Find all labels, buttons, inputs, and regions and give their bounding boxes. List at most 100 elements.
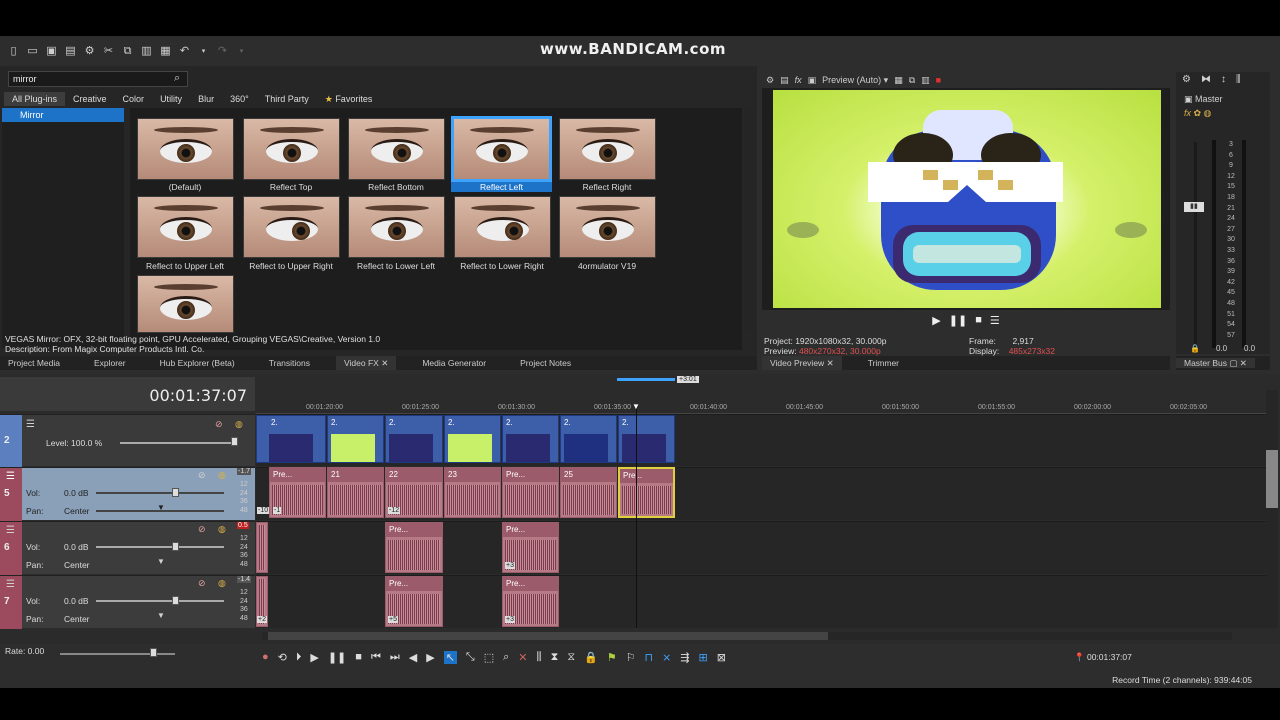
gear-icon[interactable]: ⚙: [766, 75, 774, 86]
menu-icon[interactable]: ☰: [990, 314, 1000, 327]
stop-icon[interactable]: ■: [975, 314, 982, 326]
open-folder-icon[interactable]: ▭: [25, 44, 40, 59]
level-slider-knob[interactable]: [231, 437, 238, 446]
pan-slider-knob[interactable]: ▼: [157, 503, 165, 512]
paste-icon[interactable]: ▥: [139, 44, 154, 59]
cut-icon[interactable]: ✂: [101, 44, 116, 59]
tab-media-generator[interactable]: Media Generator: [414, 356, 494, 370]
record-icon[interactable]: ■: [936, 75, 941, 85]
timeline-ruler[interactable]: 00:01:20:00 00:01:25:00 00:01:30:00 00:0…: [256, 400, 1266, 414]
audio-clip[interactable]: Pre...: [385, 522, 443, 573]
preset-thumb-extra[interactable]: [137, 275, 234, 333]
rate-slider-knob[interactable]: [150, 648, 157, 657]
video-track-header[interactable]: 2 ☰ Level: 100.0 % ⊘ ◍: [0, 414, 255, 467]
volume-slider[interactable]: [96, 546, 224, 548]
go-to-start-icon[interactable]: ⏮: [371, 651, 381, 664]
audio-clip[interactable]: 23: [444, 467, 501, 518]
copy-snapshot-icon[interactable]: ⧉: [909, 75, 915, 86]
trim-end-icon[interactable]: ⧖: [567, 651, 575, 664]
zoom-tool-icon[interactable]: ⌕: [503, 651, 509, 664]
close-icon[interactable]: ✕: [381, 358, 388, 368]
rate-slider[interactable]: [60, 653, 175, 655]
solo-icon[interactable]: ◍: [218, 524, 226, 535]
vertical-scroll-thumb[interactable]: [1266, 450, 1278, 508]
video-clip[interactable]: 2.: [256, 415, 326, 463]
level-slider[interactable]: [120, 442, 235, 444]
master-fx-icons[interactable]: fx ✿ ◍: [1184, 108, 1211, 119]
preset-thumb-reflect-top[interactable]: [243, 118, 340, 180]
save-icon[interactable]: ▣: [44, 44, 59, 59]
overlays-icon[interactable]: ▦: [894, 75, 903, 86]
track-menu-icon[interactable]: ☰: [6, 525, 15, 536]
snapping-icon[interactable]: ⊓: [645, 651, 654, 664]
preview-quality-select[interactable]: Preview (Auto) ▾: [822, 75, 888, 86]
gear-icon[interactable]: ⚙: [1182, 74, 1191, 85]
normal-edit-tool-icon[interactable]: ↖: [443, 650, 457, 664]
lock-envelopes-icon[interactable]: ⊞: [699, 651, 708, 664]
undo-icon[interactable]: ↶: [177, 44, 192, 59]
audio-track-header-7[interactable]: 7 ☰ Vol: 0.0 dB Pan: Center ▼ ⊘ ◍ -1.4: [0, 575, 255, 629]
solo-icon[interactable]: ◍: [218, 578, 226, 589]
tab-all-plugins[interactable]: All Plug-ins: [4, 92, 66, 106]
pause-icon[interactable]: ❚❚: [949, 314, 967, 327]
tab-project-media[interactable]: Project Media: [0, 356, 68, 370]
preset-thumb-reflect-right[interactable]: [559, 118, 656, 180]
mute-icon[interactable]: ⊘: [215, 419, 223, 430]
volume-slider-knob[interactable]: [172, 542, 179, 551]
audio-track-header-6[interactable]: 6 ☰ Vol: 0.0 dB Pan: Center ▼ ⊘ ◍ 0.5: [0, 521, 255, 575]
audio-clip[interactable]: 25: [560, 467, 617, 518]
preset-thumb-reflect-left[interactable]: [451, 116, 552, 182]
play-icon[interactable]: ▶: [310, 651, 318, 664]
close-icon[interactable]: ✕: [1240, 358, 1247, 368]
close-icon[interactable]: ✕: [827, 358, 834, 368]
tab-trimmer[interactable]: Trimmer: [860, 356, 907, 370]
mute-icon[interactable]: ⊘: [198, 470, 206, 481]
tab-third-party[interactable]: Third Party: [257, 92, 317, 106]
properties-icon[interactable]: ▤: [63, 44, 78, 59]
audio-clip[interactable]: [256, 522, 268, 573]
tab-favorites[interactable]: ★ Favorites: [317, 92, 381, 106]
new-file-icon[interactable]: ▯: [6, 44, 21, 59]
tab-blur[interactable]: Blur: [190, 92, 222, 106]
volume-slider[interactable]: [96, 492, 224, 494]
loop-icon[interactable]: ⟲: [278, 651, 287, 664]
dim-icon[interactable]: ↕: [1221, 74, 1226, 85]
auto-crossfade-icon[interactable]: ⨯: [662, 651, 671, 664]
tab-transitions[interactable]: Transitions: [261, 356, 318, 370]
previous-frame-icon[interactable]: ◀: [409, 651, 417, 664]
ignore-grouping-icon[interactable]: ⊠: [717, 651, 726, 664]
solo-icon[interactable]: ◍: [218, 470, 226, 481]
tab-color[interactable]: Color: [115, 92, 153, 106]
marker-icon[interactable]: ⚑: [607, 651, 617, 664]
preset-thumb-reflect-lower-left[interactable]: [348, 196, 445, 258]
preset-thumb-4ormulator[interactable]: [559, 196, 656, 258]
tree-item-mirror[interactable]: Mirror: [2, 108, 124, 122]
volume-slider-knob[interactable]: [172, 488, 179, 497]
split-icon[interactable]: ⫼: [537, 651, 542, 664]
video-clip[interactable]: 2.: [560, 415, 617, 463]
volume-slider-knob[interactable]: [172, 596, 179, 605]
save-snapshot-icon[interactable]: ▥: [921, 75, 930, 86]
play-from-start-icon[interactable]: ⏵: [296, 651, 302, 664]
record-icon[interactable]: ●: [262, 651, 269, 663]
preset-thumb-reflect-lower-right[interactable]: [454, 196, 551, 258]
auto-ripple-icon[interactable]: ⇶: [680, 651, 689, 664]
pan-slider-knob[interactable]: ▼: [157, 611, 165, 620]
tab-explorer[interactable]: Explorer: [86, 356, 134, 370]
solo-icon[interactable]: ◍: [235, 419, 243, 430]
lock-icon[interactable]: 🔒: [1190, 344, 1200, 353]
audio-clip[interactable]: 21: [327, 467, 384, 518]
tab-utility[interactable]: Utility: [152, 92, 190, 106]
preset-thumb-reflect-upper-right[interactable]: [243, 196, 340, 258]
envelope-tool-icon[interactable]: ⤡: [466, 651, 475, 664]
playhead-marker-icon[interactable]: ▼: [632, 402, 640, 411]
stop-icon[interactable]: ■: [355, 651, 362, 663]
preset-thumb-reflect-bottom[interactable]: [348, 118, 445, 180]
tab-project-notes[interactable]: Project Notes: [512, 356, 579, 370]
tab-video-preview[interactable]: Video Preview ✕: [762, 356, 842, 370]
copy-icon[interactable]: ⧉: [120, 44, 135, 59]
play-icon[interactable]: ▶: [932, 314, 940, 327]
pause-icon[interactable]: ❚❚: [328, 651, 346, 664]
video-clip[interactable]: 2.: [502, 415, 559, 463]
loop-region-bar[interactable]: [617, 378, 675, 381]
